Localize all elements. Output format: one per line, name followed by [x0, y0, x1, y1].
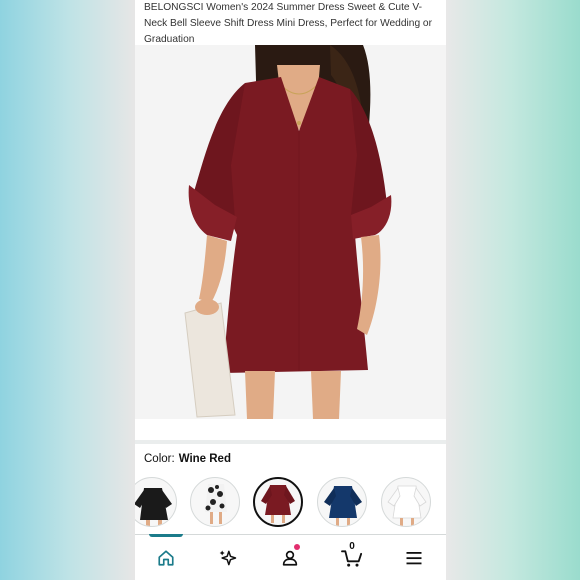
swatch-navy[interactable] — [317, 477, 367, 527]
person-icon — [282, 550, 298, 566]
sparkle-icon — [219, 550, 237, 565]
product-page: BELONGSCI Women's 2024 Summer Dress Swee… — [135, 0, 446, 580]
bottom-nav: 0 — [135, 534, 446, 580]
section-divider — [135, 440, 446, 444]
hamburger-icon — [406, 551, 422, 564]
product-title[interactable]: BELONGSCI Women's 2024 Summer Dress Swee… — [144, 0, 440, 48]
selected-color-value: Wine Red — [178, 453, 231, 465]
nav-account[interactable] — [270, 535, 310, 580]
swatch-white[interactable] — [381, 477, 431, 527]
image-footer — [135, 419, 446, 441]
nav-menu[interactable] — [394, 535, 434, 580]
color-selector-label: Color: Wine Red — [144, 453, 231, 465]
product-image[interactable] — [135, 45, 446, 419]
swatch-black[interactable] — [135, 477, 177, 527]
nav-for-you[interactable] — [208, 535, 248, 580]
nav-cart[interactable]: 0 — [332, 535, 372, 580]
color-swatch-list — [135, 476, 446, 531]
swatch-wine-red[interactable] — [253, 477, 303, 527]
color-label: Color: — [144, 453, 175, 465]
cart-count: 0 — [349, 541, 355, 552]
notification-dot — [294, 544, 300, 550]
home-icon — [158, 549, 174, 566]
swatch-floral[interactable] — [190, 477, 240, 527]
nav-home[interactable] — [146, 534, 186, 580]
